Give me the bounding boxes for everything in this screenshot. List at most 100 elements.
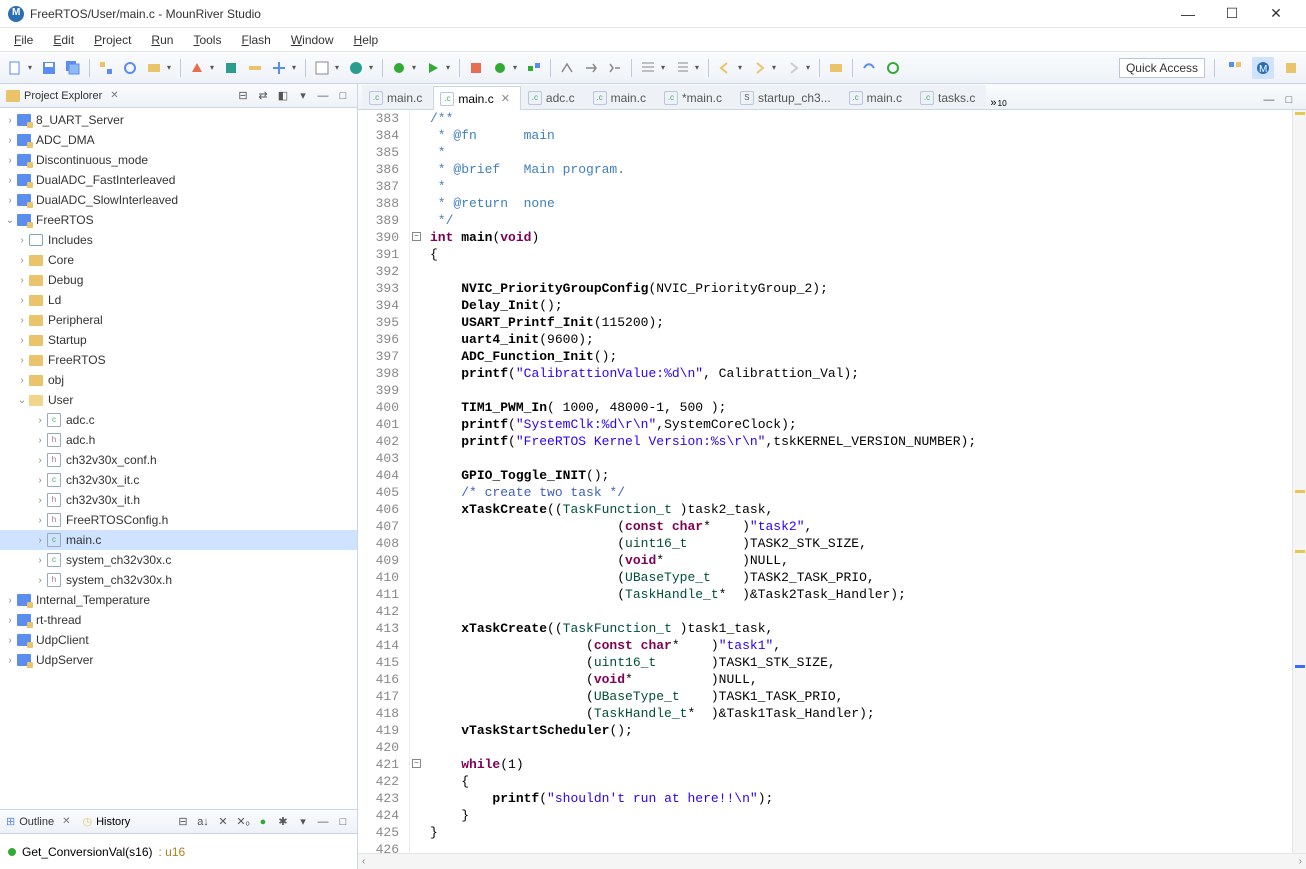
view-close-icon[interactable]: ✕ bbox=[110, 90, 118, 101]
scroll-right-icon[interactable]: › bbox=[1299, 856, 1302, 867]
tree-item[interactable]: ›Internal_Temperature bbox=[0, 590, 357, 610]
expand-icon[interactable]: › bbox=[4, 595, 16, 606]
expand-icon[interactable]: › bbox=[4, 195, 16, 206]
back-icon[interactable] bbox=[714, 57, 736, 79]
expand-icon[interactable]: › bbox=[4, 635, 16, 646]
tree-item[interactable]: ⌄FreeRTOS bbox=[0, 210, 357, 230]
expand-icon[interactable]: › bbox=[16, 295, 28, 306]
filter-icon[interactable]: ● bbox=[255, 814, 271, 830]
tree-item[interactable]: ›ADC_DMA bbox=[0, 130, 357, 150]
tool-icon[interactable] bbox=[220, 57, 242, 79]
collapse-all-icon[interactable]: ⊟ bbox=[235, 88, 251, 104]
tool-icon[interactable] bbox=[465, 57, 487, 79]
tree-item[interactable]: ›csystem_ch32v30x.c bbox=[0, 550, 357, 570]
step-icon[interactable] bbox=[604, 57, 626, 79]
expand-icon[interactable]: › bbox=[34, 435, 46, 446]
expand-icon[interactable]: › bbox=[16, 235, 28, 246]
menu-icon[interactable]: ▾ bbox=[295, 88, 311, 104]
tool-icon[interactable] bbox=[268, 57, 290, 79]
indent-icon[interactable] bbox=[637, 57, 659, 79]
run-icon[interactable] bbox=[422, 57, 444, 79]
tool-icon[interactable] bbox=[95, 57, 117, 79]
menu-help[interactable]: Help bbox=[344, 31, 389, 49]
step-icon[interactable] bbox=[580, 57, 602, 79]
editor-tab[interactable]: .ctasks.c bbox=[913, 85, 986, 109]
perspective-icon[interactable] bbox=[1224, 57, 1246, 79]
tree-item[interactable]: ›Debug bbox=[0, 270, 357, 290]
project-tree[interactable]: ›8_UART_Server›ADC_DMA›Discontinuous_mod… bbox=[0, 108, 357, 809]
expand-icon[interactable]: › bbox=[4, 655, 16, 666]
tree-item[interactable]: ›hch32v30x_it.h bbox=[0, 490, 357, 510]
minimize-button[interactable]: — bbox=[1166, 0, 1210, 28]
tree-item[interactable]: ›Core bbox=[0, 250, 357, 270]
expand-icon[interactable]: › bbox=[34, 455, 46, 466]
tree-item[interactable]: ›cmain.c bbox=[0, 530, 357, 550]
expand-icon[interactable]: ⌄ bbox=[16, 395, 28, 406]
link-editor-icon[interactable]: ⇄ bbox=[255, 88, 271, 104]
filter-icon[interactable]: ✕ₒ bbox=[235, 814, 251, 830]
tree-item[interactable]: ›cch32v30x_it.c bbox=[0, 470, 357, 490]
close-tab-icon[interactable]: ✕ bbox=[501, 92, 510, 105]
code-text[interactable]: /** * @fn main * * @brief Main program. … bbox=[424, 110, 1306, 853]
editor-tab[interactable]: .cadc.c bbox=[521, 85, 586, 109]
dropdown-icon[interactable]: ▾ bbox=[28, 63, 36, 72]
editor-tab[interactable]: .cmain.c bbox=[842, 85, 913, 109]
forward-icon[interactable] bbox=[782, 57, 804, 79]
maximize-button[interactable]: ☐ bbox=[1210, 0, 1254, 28]
outline-tab[interactable]: Outline bbox=[19, 816, 54, 828]
expand-icon[interactable]: › bbox=[34, 535, 46, 546]
tree-item[interactable]: ›Ld bbox=[0, 290, 357, 310]
tab-overflow-button[interactable]: »10 bbox=[990, 97, 1006, 109]
horizontal-scrollbar[interactable]: ‹ › bbox=[358, 853, 1306, 869]
expand-icon[interactable]: › bbox=[4, 175, 16, 186]
tree-item[interactable]: ›hFreeRTOSConfig.h bbox=[0, 510, 357, 530]
expand-icon[interactable]: › bbox=[16, 375, 28, 386]
expand-icon[interactable]: › bbox=[16, 255, 28, 266]
tree-item[interactable]: ›hsystem_ch32v30x.h bbox=[0, 570, 357, 590]
forward-icon[interactable] bbox=[748, 57, 770, 79]
minimize-icon[interactable]: — bbox=[315, 814, 331, 830]
maximize-icon[interactable]: □ bbox=[335, 814, 351, 830]
perspective-icon[interactable] bbox=[1280, 57, 1302, 79]
tree-item[interactable]: ›hch32v30x_conf.h bbox=[0, 450, 357, 470]
maximize-icon[interactable]: □ bbox=[1280, 91, 1298, 109]
maximize-icon[interactable]: □ bbox=[335, 88, 351, 104]
tree-item[interactable]: ›DualADC_FastInterleaved bbox=[0, 170, 357, 190]
focus-icon[interactable]: ◧ bbox=[275, 88, 291, 104]
editor-tab[interactable]: Sstartup_ch3... bbox=[733, 85, 842, 109]
tool-icon[interactable] bbox=[311, 57, 333, 79]
expand-icon[interactable]: › bbox=[34, 515, 46, 526]
tree-item[interactable]: ›Peripheral bbox=[0, 310, 357, 330]
expand-icon[interactable]: › bbox=[16, 275, 28, 286]
minimize-icon[interactable]: — bbox=[315, 88, 331, 104]
menu-tools[interactable]: Tools bbox=[183, 31, 231, 49]
tool-icon[interactable] bbox=[345, 57, 367, 79]
expand-icon[interactable]: › bbox=[34, 555, 46, 566]
save-all-icon[interactable] bbox=[62, 57, 84, 79]
sort-icon[interactable]: ⊟ bbox=[175, 814, 191, 830]
expand-icon[interactable]: › bbox=[34, 495, 46, 506]
code-editor[interactable]: 3833843853863873883893903913923933943953… bbox=[358, 110, 1306, 853]
tree-item[interactable]: ›cadc.c bbox=[0, 410, 357, 430]
minimize-icon[interactable]: — bbox=[1260, 91, 1278, 109]
debug-icon[interactable] bbox=[388, 57, 410, 79]
build-icon[interactable] bbox=[186, 57, 208, 79]
expand-icon[interactable]: › bbox=[16, 335, 28, 346]
tool-icon[interactable] bbox=[523, 57, 545, 79]
overview-ruler[interactable] bbox=[1292, 110, 1306, 853]
filter-icon[interactable]: ✱ bbox=[275, 814, 291, 830]
tree-item[interactable]: ›UdpClient bbox=[0, 630, 357, 650]
menu-window[interactable]: Window bbox=[281, 31, 344, 49]
menu-icon[interactable]: ▾ bbox=[295, 814, 311, 830]
tree-item[interactable]: ⌄User bbox=[0, 390, 357, 410]
tree-item[interactable]: ›DualADC_SlowInterleaved bbox=[0, 190, 357, 210]
editor-tab[interactable]: .c*main.c bbox=[657, 85, 733, 109]
expand-icon[interactable]: › bbox=[16, 355, 28, 366]
expand-icon[interactable]: › bbox=[34, 575, 46, 586]
outline-item[interactable]: Get_ConversionVal(s16) : u16 bbox=[0, 834, 357, 869]
tool-icon[interactable] bbox=[489, 57, 511, 79]
scroll-left-icon[interactable]: ‹ bbox=[362, 856, 365, 867]
tool-icon[interactable] bbox=[825, 57, 847, 79]
tree-item[interactable]: ›rt-thread bbox=[0, 610, 357, 630]
expand-icon[interactable]: › bbox=[4, 115, 16, 126]
